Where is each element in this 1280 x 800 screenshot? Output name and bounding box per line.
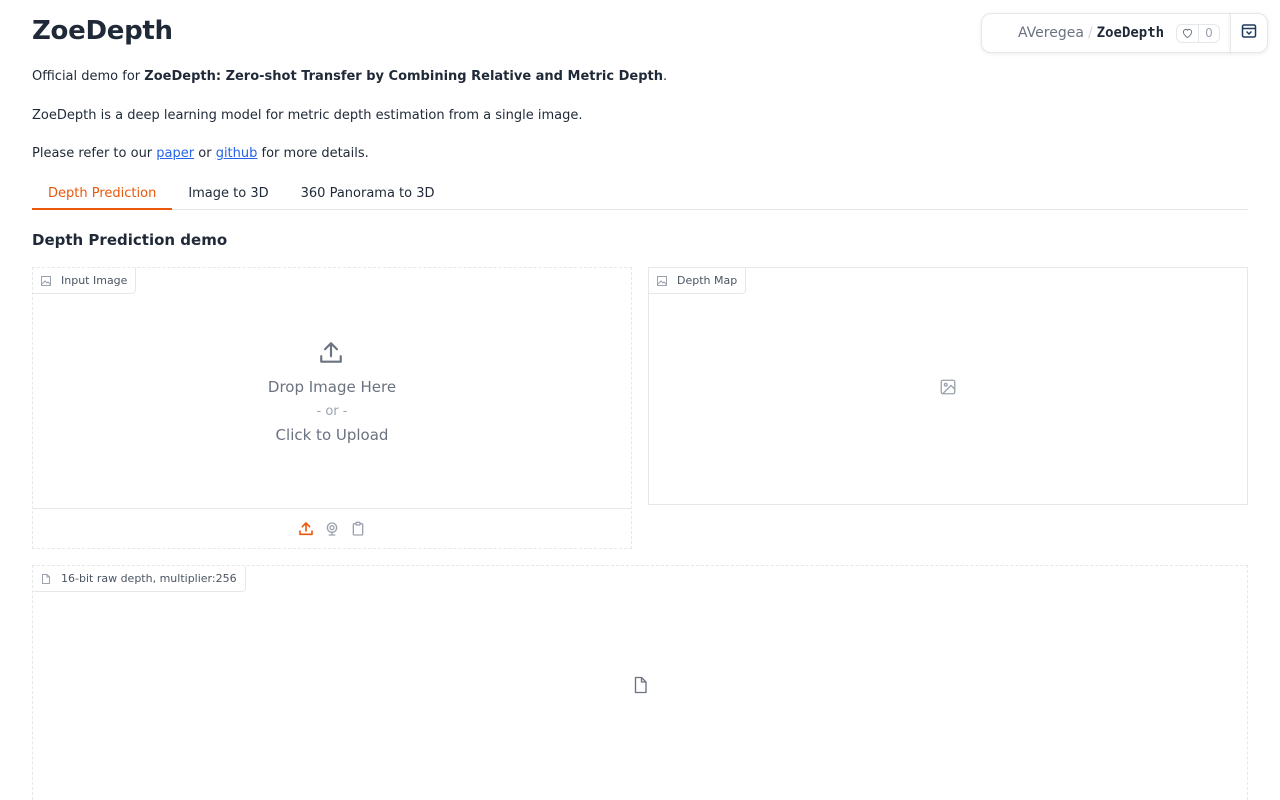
source-clipboard-button[interactable]	[350, 521, 366, 537]
clipboard-icon	[352, 521, 364, 536]
depth-map-label-text: Depth Map	[677, 274, 738, 287]
heart-icon	[1177, 24, 1200, 42]
image-placeholder-icon	[939, 378, 957, 400]
section-title: Depth Prediction demo	[32, 231, 228, 249]
input-image-panel: Drop Image Here - or - Click to Upload I…	[32, 267, 632, 549]
tab-bar: Depth Prediction Image to 3D 360 Panoram…	[32, 180, 1248, 210]
webcam-icon	[326, 521, 338, 536]
raw-depth-label: 16-bit raw depth, multiplier:256	[33, 566, 246, 592]
space-repo-link[interactable]: ZoeDepth	[1097, 25, 1164, 41]
page-title: ZoeDepth	[32, 16, 173, 46]
depth-map-label: Depth Map	[649, 268, 747, 294]
intro-line-1-prefix: Official demo for	[32, 69, 145, 84]
file-placeholder-icon	[631, 675, 649, 699]
input-image-label: Input Image	[33, 268, 137, 294]
image-icon	[657, 275, 667, 286]
click-to-upload-text: Click to Upload	[275, 426, 389, 444]
paper-title: ZoeDepth: Zero-shot Transfer by Combinin…	[144, 69, 663, 84]
intro-line-1: Official demo for ZoeDepth: Zero-shot Tr…	[32, 69, 667, 84]
collapse-header-button[interactable]	[1230, 13, 1268, 53]
depth-map-panel: Depth Map	[648, 267, 1248, 505]
intro-line-2: ZoeDepth is a deep learning model for me…	[32, 108, 583, 123]
source-upload-button[interactable]	[298, 521, 314, 537]
paper-link[interactable]: paper	[156, 146, 194, 161]
intro-line-1-suffix: .	[662, 69, 668, 84]
input-image-label-text: Input Image	[61, 274, 128, 287]
like-button[interactable]: 0	[1176, 23, 1220, 43]
intro-line-3: Please refer to our paper or github for …	[32, 146, 369, 161]
space-path-separator: /	[1087, 25, 1093, 41]
intro-line-3-suffix: for more details.	[257, 146, 369, 161]
tab-360-panorama-to-3d[interactable]: 360 Panorama to 3D	[285, 180, 451, 210]
like-count: 0	[1205, 26, 1213, 40]
tab-image-to-3d[interactable]: Image to 3D	[172, 180, 284, 210]
source-webcam-button[interactable]	[324, 521, 340, 537]
github-link[interactable]: github	[216, 146, 258, 161]
raw-depth-label-text: 16-bit raw depth, multiplier:256	[61, 572, 237, 585]
raw-depth-file-panel: 16-bit raw depth, multiplier:256	[32, 565, 1248, 800]
intro-line-3-middle: or	[194, 146, 216, 161]
image-icon	[41, 275, 51, 286]
image-source-bar	[33, 509, 631, 548]
image-upload-dropzone[interactable]: Drop Image Here - or - Click to Upload	[33, 268, 631, 509]
upload-source-icon	[299, 521, 313, 535]
file-icon	[41, 573, 51, 584]
collapse-icon	[1241, 23, 1257, 43]
intro-line-3-prefix: Please refer to our	[32, 146, 157, 161]
or-text: - or -	[316, 404, 348, 419]
hf-space-badge: AVeregea / ZoeDepth 0	[981, 13, 1231, 53]
drop-image-text: Drop Image Here	[267, 378, 397, 396]
space-owner-link[interactable]: AVeregea	[1018, 25, 1084, 41]
tab-depth-prediction[interactable]: Depth Prediction	[32, 180, 173, 210]
upload-icon	[318, 340, 344, 370]
